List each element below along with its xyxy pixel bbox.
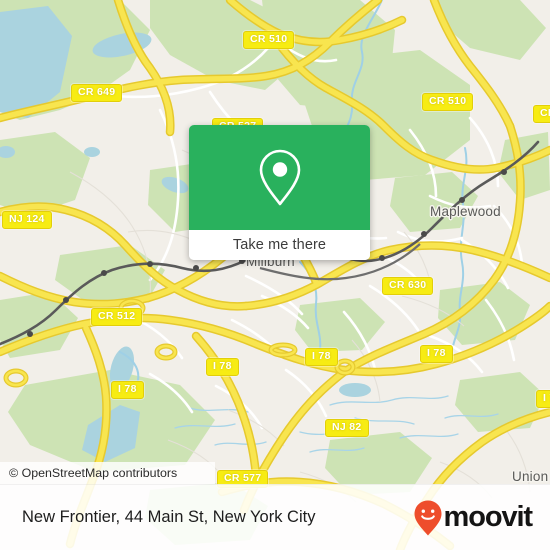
- take-me-there-button[interactable]: Take me there: [189, 230, 370, 260]
- map-application: Maplewood Millburn Union CR 510 CR 649 C…: [0, 0, 550, 550]
- road-shield-i-7-clipped[interactable]: I 7: [536, 390, 550, 408]
- road-shield-i-78-mid[interactable]: I 78: [206, 358, 239, 376]
- poi-card: Take me there: [189, 125, 370, 260]
- osm-attribution[interactable]: © OpenStreetMap contributors: [0, 462, 215, 484]
- poi-card-illustration: [189, 125, 370, 230]
- road-shield-i-78-west[interactable]: I 78: [111, 381, 144, 399]
- road-shield-cr-clipped[interactable]: CR: [533, 105, 550, 123]
- road-shield-cr-510-north[interactable]: CR 510: [243, 31, 295, 49]
- road-shield-i-78-center[interactable]: I 78: [305, 348, 338, 366]
- road-shield-cr-630[interactable]: CR 630: [382, 277, 434, 295]
- road-shield-cr-649[interactable]: CR 649: [71, 84, 123, 102]
- road-shield-cr-510-east[interactable]: CR 510: [422, 93, 474, 111]
- road-shield-nj-82[interactable]: NJ 82: [325, 419, 369, 437]
- moovit-pin-icon: [414, 500, 442, 535]
- poi-address-title: New Frontier, 44 Main St, New York City: [22, 508, 316, 526]
- moovit-logo[interactable]: moovit: [413, 499, 534, 537]
- moovit-wordmark: moovit: [443, 501, 534, 533]
- road-shield-nj-124[interactable]: NJ 124: [2, 211, 52, 229]
- road-shield-i-78-east[interactable]: I 78: [420, 345, 453, 363]
- road-shield-cr-512[interactable]: CR 512: [91, 308, 143, 326]
- footer-bar: New Frontier, 44 Main St, New York City …: [0, 484, 550, 550]
- map-pin-icon: [259, 149, 300, 205]
